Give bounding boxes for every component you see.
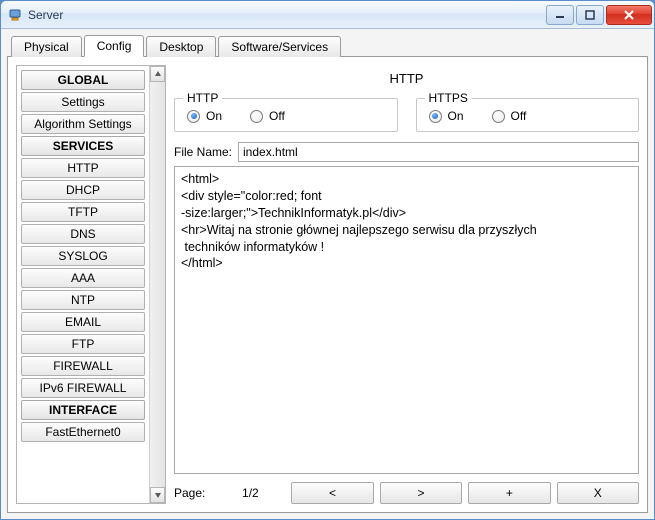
- radio-icon: [429, 110, 442, 123]
- sidebar-header-interface: INTERFACE: [21, 400, 145, 420]
- radio-icon: [492, 110, 505, 123]
- https-legend: HTTPS: [425, 91, 472, 105]
- titlebar: Server: [1, 1, 654, 29]
- config-panel: GLOBAL Settings Algorithm Settings SERVI…: [7, 57, 648, 513]
- sidebar-item-label: DHCP: [66, 183, 100, 197]
- close-icon: [623, 9, 635, 21]
- sidebar-item-label: NTP: [71, 293, 95, 307]
- sidebar-item-algorithm-settings[interactable]: Algorithm Settings: [21, 114, 145, 134]
- http-radio-group: On Off: [187, 109, 385, 123]
- sidebar-item-label: TFTP: [68, 205, 98, 219]
- add-page-button[interactable]: +: [468, 482, 550, 504]
- button-label: +: [506, 486, 513, 500]
- http-on-option[interactable]: On: [187, 109, 222, 123]
- sidebar-scrollbar[interactable]: [149, 66, 165, 503]
- radio-label: On: [206, 109, 222, 123]
- http-legend: HTTP: [183, 91, 222, 105]
- html-editor[interactable]: <html> <div style="color:red; font -size…: [174, 166, 639, 474]
- sidebar-item-label: Settings: [61, 95, 104, 109]
- scroll-down-button[interactable]: [150, 487, 165, 503]
- sidebar-item-label: IPv6 FIREWALL: [40, 381, 127, 395]
- chevron-down-icon: [154, 491, 162, 499]
- http-fieldset: HTTP On Off: [174, 98, 398, 132]
- server-icon: [7, 7, 23, 23]
- tab-strip: Physical Config Desktop Software/Service…: [7, 33, 648, 57]
- delete-page-button[interactable]: X: [557, 482, 639, 504]
- tab-label: Desktop: [159, 40, 203, 54]
- page-title: HTTP: [174, 71, 639, 86]
- sidebar-item-aaa[interactable]: AAA: [21, 268, 145, 288]
- https-radio-group: On Off: [429, 109, 627, 123]
- sidebar-item-label: FTP: [72, 337, 95, 351]
- sidebar-item-firewall[interactable]: FIREWALL: [21, 356, 145, 376]
- tab-label: Config: [97, 39, 132, 53]
- maximize-icon: [585, 10, 595, 20]
- https-on-option[interactable]: On: [429, 109, 464, 123]
- tab-label: Software/Services: [231, 40, 328, 54]
- sidebar-item-syslog[interactable]: SYSLOG: [21, 246, 145, 266]
- radio-icon: [187, 110, 200, 123]
- sidebar-item-label: EMAIL: [65, 315, 101, 329]
- https-off-option[interactable]: Off: [492, 109, 527, 123]
- next-page-button[interactable]: >: [380, 482, 462, 504]
- sidebar-item-ipv6-firewall[interactable]: IPv6 FIREWALL: [21, 378, 145, 398]
- sidebar-item-ntp[interactable]: NTP: [21, 290, 145, 310]
- sidebar-item-dhcp[interactable]: DHCP: [21, 180, 145, 200]
- tab-software-services[interactable]: Software/Services: [218, 36, 341, 57]
- file-name-input[interactable]: [238, 142, 639, 162]
- page-label: Page:: [174, 486, 205, 500]
- tab-desktop[interactable]: Desktop: [146, 36, 216, 57]
- sidebar-item-tftp[interactable]: TFTP: [21, 202, 145, 222]
- window-title: Server: [28, 8, 63, 22]
- sidebar-item-label: FIREWALL: [53, 359, 113, 373]
- main-content: HTTP HTTP On Off: [174, 65, 639, 504]
- sidebar-item-label: HTTP: [67, 161, 98, 175]
- sidebar-item-label: Algorithm Settings: [34, 117, 131, 131]
- https-fieldset: HTTPS On Off: [416, 98, 640, 132]
- sidebar-header-global: GLOBAL: [21, 70, 145, 90]
- scroll-up-button[interactable]: [150, 66, 165, 82]
- file-name-row: File Name:: [174, 142, 639, 162]
- button-label: <: [329, 486, 336, 500]
- close-button[interactable]: [606, 5, 652, 25]
- sidebar-item-label: DNS: [70, 227, 95, 241]
- sidebar-item-email[interactable]: EMAIL: [21, 312, 145, 332]
- sidebar-item-ftp[interactable]: FTP: [21, 334, 145, 354]
- radio-label: Off: [511, 109, 527, 123]
- file-name-label: File Name:: [174, 145, 232, 159]
- sidebar-item-label: SYSLOG: [58, 249, 107, 263]
- button-label: X: [594, 486, 602, 500]
- minimize-icon: [555, 10, 565, 20]
- button-label: >: [417, 486, 424, 500]
- sidebar-item-label: AAA: [71, 271, 95, 285]
- tab-config[interactable]: Config: [84, 35, 145, 57]
- server-window: Server Physical Config Desktop Software/…: [0, 0, 655, 520]
- radio-label: Off: [269, 109, 285, 123]
- prev-page-button[interactable]: <: [291, 482, 373, 504]
- sidebar-item-label: FastEthernet0: [45, 425, 120, 439]
- maximize-button[interactable]: [576, 5, 604, 25]
- pager: Page: 1/2 < > + X: [174, 482, 639, 504]
- sidebar-item-settings[interactable]: Settings: [21, 92, 145, 112]
- sidebar: GLOBAL Settings Algorithm Settings SERVI…: [16, 65, 166, 504]
- radio-label: On: [448, 109, 464, 123]
- sidebar-header-services: SERVICES: [21, 136, 145, 156]
- sidebar-item-http[interactable]: HTTP: [21, 158, 145, 178]
- chevron-up-icon: [154, 70, 162, 78]
- radio-icon: [250, 110, 263, 123]
- sidebar-list: GLOBAL Settings Algorithm Settings SERVI…: [17, 66, 149, 503]
- client-area: Physical Config Desktop Software/Service…: [1, 29, 654, 519]
- minimize-button[interactable]: [546, 5, 574, 25]
- page-count: 1/2: [215, 486, 285, 500]
- http-off-option[interactable]: Off: [250, 109, 285, 123]
- sidebar-item-dns[interactable]: DNS: [21, 224, 145, 244]
- tab-label: Physical: [24, 40, 69, 54]
- tab-physical[interactable]: Physical: [11, 36, 82, 57]
- protocol-row: HTTP On Off HT: [174, 98, 639, 132]
- sidebar-item-fastethernet0[interactable]: FastEthernet0: [21, 422, 145, 442]
